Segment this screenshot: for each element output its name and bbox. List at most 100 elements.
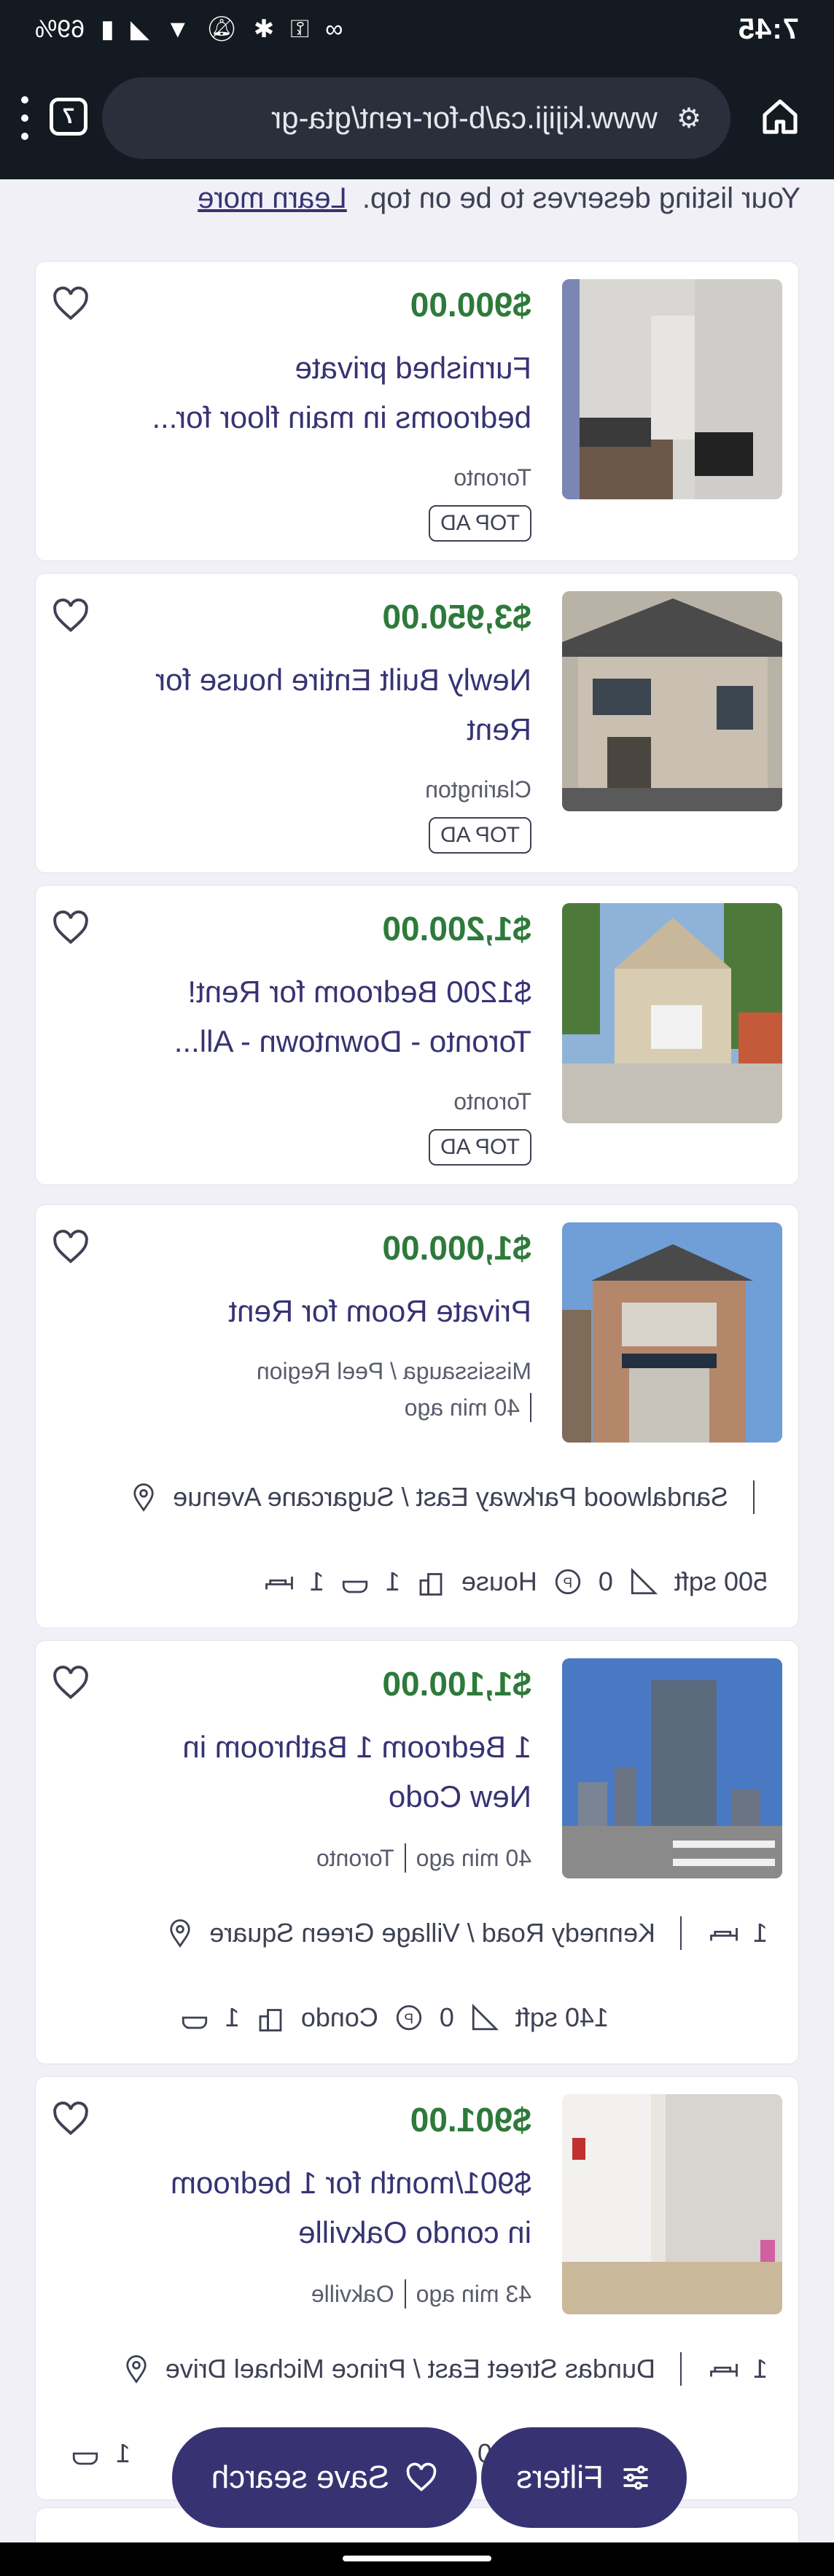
svg-text:P: P xyxy=(404,2012,413,2027)
listing-meta: 43 min ago Oakville xyxy=(311,2279,531,2308)
location-pin-icon xyxy=(170,1919,190,1948)
listing-card[interactable]: $3,950.00 Newly Built Entire house for R… xyxy=(35,573,799,873)
promo-text: Your listing deserves to be on top. xyxy=(362,182,800,214)
home-icon[interactable] xyxy=(754,90,806,143)
heart-icon xyxy=(406,2462,437,2491)
save-search-button[interactable]: Save search xyxy=(172,2427,477,2528)
listing-photo[interactable] xyxy=(562,1658,782,1878)
listing-photo[interactable] xyxy=(562,279,782,499)
address-text: Dundas Street East / Prince Michael Driv… xyxy=(165,2354,655,2384)
parking-icon: P xyxy=(555,1569,581,1595)
listing-title-line[interactable]: Newly Built Entire house for xyxy=(109,655,531,705)
listing-card[interactable]: $1,000.00 Private Room for Rent Mississa… xyxy=(35,1204,799,1628)
bath-count: 1 xyxy=(115,2438,130,2468)
listing-title[interactable]: Furnished private bedrooms in main floor… xyxy=(109,343,531,442)
listing-title-line[interactable]: Toronto - Downtown - All... xyxy=(109,1017,531,1066)
bed-icon xyxy=(265,1577,293,1590)
listing-card[interactable]: $1,200.00 $1200 Bedroom for Rent! Toront… xyxy=(35,885,799,1185)
bathtub-icon xyxy=(342,1580,367,1593)
posted-time: 43 min ago xyxy=(416,2280,531,2307)
learn-more-link[interactable]: Learn more xyxy=(198,182,347,214)
listing-location: Oakville xyxy=(311,2280,394,2307)
listing-address: 1 Dundas Street East / Prince Michael Dr… xyxy=(119,2352,768,2386)
save-search-label[interactable]: Save search xyxy=(211,2459,390,2496)
key-icon: ⚿ xyxy=(290,15,310,43)
favorite-heart-icon[interactable] xyxy=(52,909,90,947)
listing-meta: 40 min ago Toronto xyxy=(316,1843,531,1873)
listing-price: $1,000.00 xyxy=(382,1229,531,1267)
listing-title[interactable]: $1200 Bedroom for Rent! Toronto - Downto… xyxy=(109,967,531,1066)
listing-title[interactable]: Private Room for Rent xyxy=(109,1287,532,1336)
listing-title[interactable]: $901/month for 1 bedroom in condo Oakvil… xyxy=(109,2158,531,2257)
listing-location: Toronto xyxy=(316,1844,394,1871)
location-pin-icon xyxy=(126,2355,147,2384)
listing-title-line[interactable]: $901/month for 1 bedroom xyxy=(109,2158,531,2208)
listing-photo[interactable] xyxy=(562,2094,782,2314)
posted-time: 40 min ago xyxy=(404,1394,520,1421)
building-icon xyxy=(259,2009,282,2031)
listing-title[interactable]: 1 Bedroom 1 Bathroom in New Codo xyxy=(109,1722,531,1822)
listing-title-line[interactable]: 1 Bedroom 1 Bathroom in xyxy=(109,1722,531,1772)
listing-location: Clarington xyxy=(425,776,531,803)
top-ad-badge: TOP AD xyxy=(429,505,531,542)
bluetooth-icon: ✱ xyxy=(253,15,275,43)
listing-title-line[interactable]: New Codo xyxy=(109,1772,531,1822)
filters-label[interactable]: Filters xyxy=(516,2459,604,2496)
bed-icon xyxy=(710,2364,738,2377)
property-type: Condo xyxy=(300,2002,378,2032)
favorite-heart-icon[interactable] xyxy=(52,1228,90,1266)
listing-location: Mississauga / Peel Region xyxy=(256,1358,531,1384)
listing-title-line[interactable]: Rent xyxy=(109,705,531,754)
address-text: Sandalwood Parkway East / Sugarcane Aven… xyxy=(173,1482,728,1512)
battery-percent: 69% xyxy=(35,15,85,43)
size-value: 140 sqft xyxy=(515,2002,609,2032)
listing-card[interactable]: $900.00 Furnished private bedrooms in ma… xyxy=(35,261,799,561)
listing-photo[interactable] xyxy=(562,1222,782,1443)
parking-value: 0 xyxy=(439,2002,454,2032)
top-ad-badge: TOP AD xyxy=(429,1129,531,1166)
listing-title[interactable]: Newly Built Entire house for Rent xyxy=(109,655,531,754)
battery-icon: ▮ xyxy=(101,15,114,43)
gesture-navigation-bar xyxy=(0,2542,834,2576)
ruler-icon xyxy=(472,2003,499,2031)
listing-title-line[interactable]: in condo Oakville xyxy=(109,2208,531,2257)
promo-banner: Your listing deserves to be on top. Lear… xyxy=(198,182,800,215)
listing-title-line[interactable]: Private Room for Rent xyxy=(109,1287,532,1336)
top-ad-badge: TOP AD xyxy=(429,817,531,854)
filters-button[interactable]: Filters xyxy=(481,2427,687,2528)
size-value: 500 sqft xyxy=(674,1566,768,1596)
favorite-heart-icon[interactable] xyxy=(52,285,90,323)
favorite-heart-icon[interactable] xyxy=(52,1664,90,1702)
listing-photo[interactable] xyxy=(562,591,782,811)
status-time: 7:45 xyxy=(737,13,799,45)
listing-price: $1,100.00 xyxy=(382,1665,531,1703)
bed-count: 1 xyxy=(309,1566,324,1596)
listing-title-line[interactable]: bedrooms in main floor for... xyxy=(109,393,531,442)
filter-sliders-icon xyxy=(623,2465,648,2490)
status-icons: ∞ ⚿ ✱ 🔕︎ ▼ ◢ ▮ 69% xyxy=(35,15,343,44)
listing-title-line[interactable]: $1200 Bedroom for Rent! xyxy=(109,967,531,1017)
overflow-menu-icon[interactable] xyxy=(17,96,32,140)
listing-photo[interactable] xyxy=(562,903,782,1123)
property-type: House xyxy=(461,1566,537,1596)
favorite-heart-icon[interactable] xyxy=(52,2100,90,2138)
address-bar[interactable]: ⚙ www.kijiji.ca/b-for-rent/gta-gr xyxy=(102,77,730,159)
wifi-icon: ▼ xyxy=(165,15,190,43)
listing-card[interactable]: $1,100.00 1 Bedroom 1 Bathroom in New Co… xyxy=(35,1640,799,2064)
favorite-heart-icon[interactable] xyxy=(52,597,90,635)
parking-icon: P xyxy=(396,2005,422,2031)
tab-switcher-button[interactable]: 7 xyxy=(50,98,87,136)
divider xyxy=(679,1916,682,1950)
listing-attributes: 140 sqft 0 P Condo 1 xyxy=(177,2002,609,2033)
home-handle[interactable] xyxy=(343,2556,491,2561)
divider xyxy=(753,1480,755,1514)
listing-price: $901.00 xyxy=(410,2101,531,2139)
listing-address: Sandalwood Parkway East / Sugarcane Aven… xyxy=(126,1480,768,1514)
bed-icon xyxy=(710,1928,738,1941)
listing-price: $3,950.00 xyxy=(382,598,531,636)
site-settings-icon[interactable]: ⚙ xyxy=(677,102,701,135)
url-text[interactable]: www.kijiji.ca/b-for-rent/gta-gr xyxy=(162,101,658,136)
divider xyxy=(679,2352,682,2386)
voicemail-icon: ∞ xyxy=(325,15,343,43)
listing-title-line[interactable]: Furnished private xyxy=(109,343,532,393)
